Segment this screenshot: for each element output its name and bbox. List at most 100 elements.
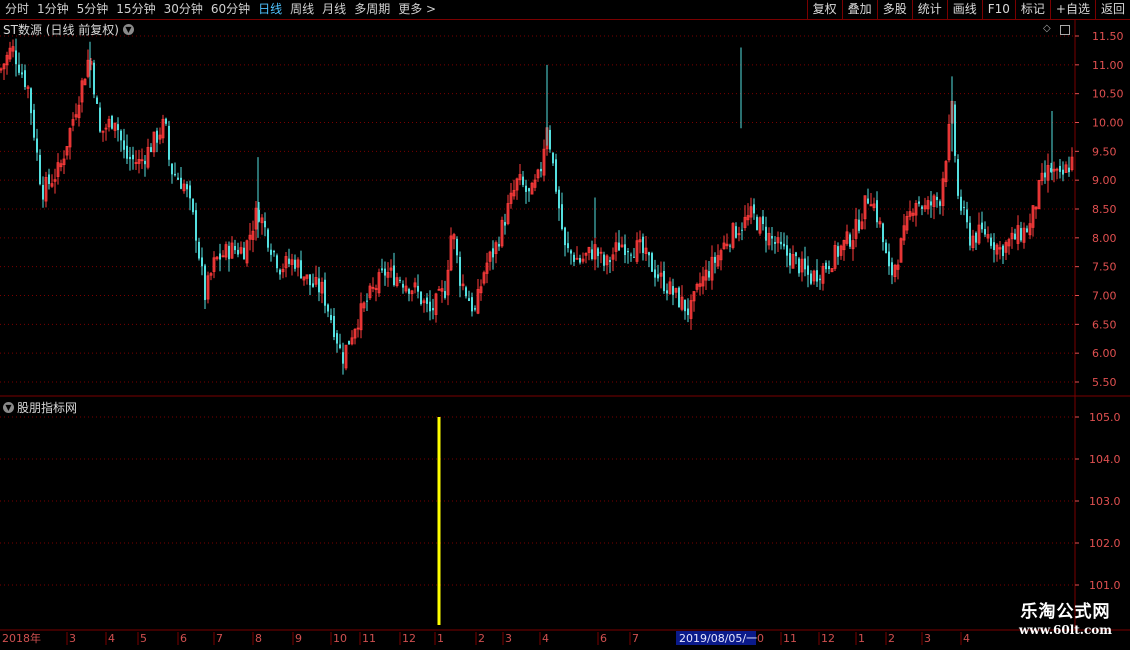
candle-body [339,344,341,348]
date-tick-label: 3 [924,632,931,645]
candle-body [408,288,410,294]
candle-body [867,198,869,204]
candle-body [522,176,524,185]
main-pane-title: ST数源 (日线 前复权) ▼ [3,21,134,38]
chevron-down-icon[interactable]: ▼ [3,402,14,413]
indicator-pane-title: ▼ 股朋指标网 [3,399,77,416]
candle-body [1068,167,1070,173]
candle-body [237,249,239,255]
candle-body [294,259,296,269]
candle-body [774,242,776,244]
candle-body [876,200,878,223]
candle-body [849,234,851,247]
candle-body [729,245,731,247]
candle-body [642,236,644,253]
date-tick-label: 8 [255,632,262,645]
candle-body [1002,245,1004,256]
candle-body [267,229,269,248]
candle-body [93,62,95,95]
watermark-title: 乐淘公式网 [1020,602,1111,622]
diamond-icon[interactable]: ◇ [1043,23,1051,34]
candle-body [366,300,368,302]
candle-body [798,258,800,274]
candle-body [570,250,572,254]
candle-body [708,271,710,278]
candle-body [420,291,422,305]
candle-body [936,196,938,200]
price-tick-label: 9.00 [1092,174,1117,187]
candle-body [456,238,458,256]
stock-title: ST数源 (日线 前复权) [3,23,119,37]
candle-body [324,279,326,306]
watermark-url: www.60lt.com [1019,623,1112,637]
candle-body [753,204,755,214]
candle-body [474,308,476,310]
candle-body [417,285,419,292]
candle-body [954,104,956,156]
candle-body [567,243,569,249]
candle-body [1026,228,1028,233]
candle-body [558,189,560,209]
price-tick-label: 10.50 [1092,88,1124,101]
date-tick-label: 5 [140,632,147,645]
candle-body [858,219,860,231]
candle-body [504,222,506,226]
panel-toggle-icon[interactable] [1060,25,1070,35]
date-tick-label: 12 [402,632,416,645]
date-tick-label: 6 [180,632,187,645]
candle-body [348,340,350,345]
candle-body [828,265,830,270]
date-tick-label: 0 [757,632,764,645]
candle-body [1020,228,1022,241]
candle-body [918,201,920,204]
date-tick-label: 10 [333,632,347,645]
candle-body [129,156,131,160]
date-tick-label: 7 [216,632,223,645]
candle-body [132,154,134,160]
candle-body [609,260,611,263]
candle-body [300,260,302,279]
candle-body [381,268,383,271]
candle-body [666,290,668,294]
indicator-tick-label: 101.0 [1089,579,1121,592]
candle-body [765,226,767,241]
candle-body [579,257,581,263]
candle-body [471,297,473,312]
candle-body [966,209,968,223]
candle-body [783,243,785,247]
candle-body [429,301,431,312]
candle-body [99,107,101,132]
date-tick-label: 4 [963,632,970,645]
candle-body [1044,172,1046,178]
cursor-date-label: 2019/08/05/一 [679,632,757,645]
candle-body [786,245,788,256]
candle-body [30,88,32,114]
candle-body [618,242,620,251]
candle-body [195,210,197,241]
candle-body [651,253,653,272]
candle-body [498,244,500,247]
candle-body [741,229,743,231]
candle-body [597,248,599,256]
candle-body [327,304,329,312]
candle-body [552,152,554,164]
indicator-tick-label: 103.0 [1089,495,1121,508]
candle-body [123,140,125,150]
candle-body [837,246,839,257]
candle-body [555,159,557,192]
candle-body [1062,169,1064,175]
price-tick-label: 8.00 [1092,232,1117,245]
candle-body [165,118,167,124]
candle-body [204,265,206,301]
price-tick-label: 8.50 [1092,203,1117,216]
indicator-tick-label: 102.0 [1089,537,1121,550]
candle-body [756,216,758,230]
chart-canvas[interactable]: 11.50 11.00 10.50 10.00 9.50 9.00 8.50 8.00 7.50… [0,0,1130,650]
candle-body [198,241,200,259]
date-tick-label: 2 [478,632,485,645]
candle-body [810,273,812,284]
date-tick-label: 11 [783,632,797,645]
candle-body [177,177,179,180]
candle-body [174,173,176,176]
chevron-down-icon[interactable]: ▼ [122,24,134,35]
